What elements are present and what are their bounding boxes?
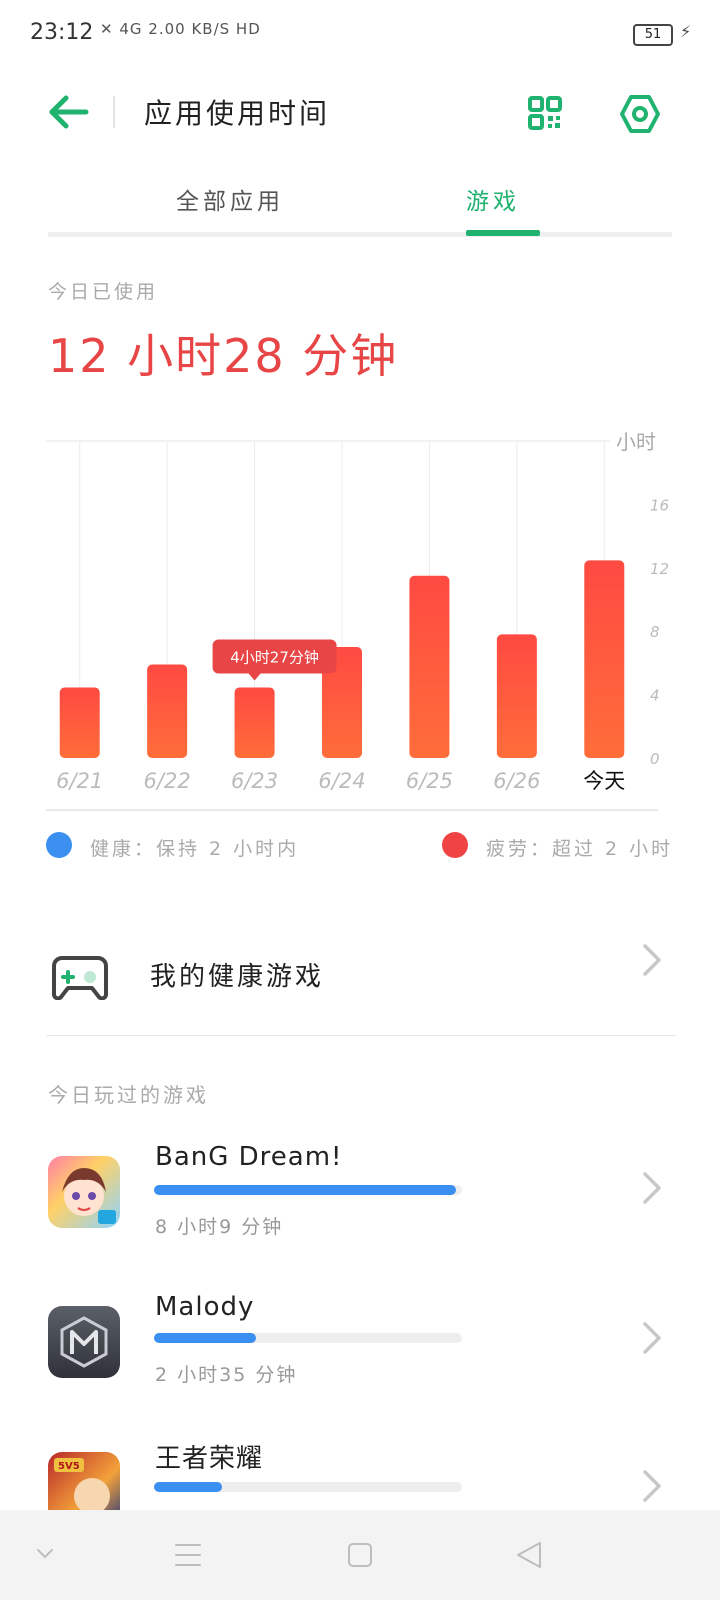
malody-app-icon <box>48 1306 120 1378</box>
chart-y-tick-label: 12 <box>650 560 669 578</box>
qr-code-button[interactable] <box>528 96 562 130</box>
game-item-bang-dream[interactable]: BanG Dream! 8 小时9 分钟 <box>0 1140 720 1280</box>
chart-svg: 小时 0 4 8 12 16 6/21 6/22 6/23 6/24 6/25 6/26 今天 4小时27… <box>46 430 669 811</box>
played-today-label: 今日玩过的游戏 <box>48 1083 209 1107</box>
qr-code-icon <box>528 96 562 130</box>
chart-tooltip-text: 4小时27分钟 <box>230 648 319 666</box>
game-usage-time: 2 小时35 分钟 <box>155 1364 298 1386</box>
chart-unit-label: 小时 <box>616 430 656 454</box>
settings-button[interactable] <box>620 94 660 134</box>
tab-track <box>48 232 672 237</box>
chart-y-tick-label: 0 <box>650 750 660 768</box>
game-usage-bar-fill <box>154 1333 256 1343</box>
usage-bar-chart: 小时 0 4 8 12 16 6/21 6/22 6/23 6/24 6/25 6/26 今天 4小时27… <box>0 428 720 828</box>
back-arrow-icon <box>49 95 89 129</box>
nav-collapse-button[interactable] <box>20 1510 70 1600</box>
nav-back-button[interactable] <box>502 1510 558 1600</box>
game-usage-bar-fill <box>154 1482 222 1492</box>
chart-x-tick-label: 6/21 <box>56 769 103 793</box>
menu-icon <box>175 1544 201 1566</box>
chart-bar <box>147 664 188 758</box>
chevron-right-icon <box>640 942 664 978</box>
my-healthy-games-row[interactable] <box>0 930 720 1030</box>
game-usage-bar-fill <box>154 1185 456 1195</box>
chart-x-tick-label: 6/23 <box>231 769 278 793</box>
chevron-down-icon <box>37 1549 53 1559</box>
nav-menu-button[interactable] <box>160 1510 216 1600</box>
gamepad-icon <box>52 954 108 1001</box>
back-button[interactable] <box>48 92 92 132</box>
legend-fatigue-label: 疲劳：超过 2 小时 <box>486 838 674 860</box>
network-indicators: ✕ 4G 2.00 KB/S HD <box>100 20 261 38</box>
charging-icon: ⚡ <box>680 22 692 41</box>
bang-dream-app-icon <box>48 1156 120 1228</box>
game-name: 王者荣耀 <box>155 1444 264 1474</box>
chevron-right-icon <box>640 1170 664 1206</box>
page-title: 应用使用时间 <box>144 97 331 130</box>
game-item-honor-of-kings[interactable]: 5V5 王者荣耀 <box>0 1436 720 1510</box>
tab-active-indicator <box>466 230 540 236</box>
chart-tooltip-pointer <box>248 673 261 681</box>
legend-healthy-label: 健康：保持 2 小时内 <box>90 838 300 860</box>
back-triangle-icon <box>517 1542 541 1568</box>
chevron-right-icon <box>640 1468 664 1504</box>
chevron-right-icon <box>640 1320 664 1356</box>
battery-icon: 51 <box>633 24 673 46</box>
chart-y-tick-label: 16 <box>650 496 669 514</box>
chart-bar <box>234 687 275 758</box>
section-divider <box>46 1035 676 1036</box>
settings-icon <box>620 95 660 133</box>
legend-fatigue-dot <box>442 832 468 858</box>
chart-bar <box>409 575 450 758</box>
game-name: BanG Dream! <box>155 1142 343 1172</box>
chart-x-tick-label: 6/22 <box>144 769 191 793</box>
svg-text:5V5: 5V5 <box>58 1461 80 1472</box>
chart-bar <box>59 687 100 758</box>
chart-x-tick-label: 6/24 <box>318 769 365 793</box>
game-usage-bar <box>154 1333 462 1343</box>
honor-of-kings-app-icon: 5V5 <box>48 1452 120 1510</box>
legend-healthy-dot <box>46 832 72 858</box>
chart-x-tick-label: 6/25 <box>406 769 453 793</box>
chart-y-tick-label: 4 <box>650 687 660 705</box>
today-usage-value: 12 小时28 分钟 <box>48 329 399 383</box>
status-bar: 23:12 ✕ 4G 2.00 KB/S HD 51 ⚡ <box>0 0 720 72</box>
app-bar-divider <box>113 96 115 128</box>
chart-bar <box>584 560 625 758</box>
status-time: 23:12 <box>30 20 94 45</box>
home-square-icon <box>348 1543 372 1567</box>
nav-home-button[interactable] <box>332 1510 388 1600</box>
game-usage-time: 8 小时9 分钟 <box>155 1216 284 1238</box>
chart-bar <box>496 634 537 758</box>
tab-games[interactable]: 游戏 <box>466 182 520 216</box>
tab-all-apps[interactable]: 全部应用 <box>176 182 284 216</box>
system-nav-bar <box>0 1510 720 1600</box>
today-usage-label: 今日已使用 <box>48 281 159 303</box>
chart-x-tick-label: 6/26 <box>493 769 540 793</box>
game-name: Malody <box>155 1292 255 1322</box>
game-usage-bar <box>154 1482 462 1492</box>
chart-y-tick-label: 8 <box>650 623 660 641</box>
chart-x-tick-label: 今天 <box>583 769 625 793</box>
game-usage-bar <box>154 1185 462 1195</box>
my-healthy-games-label: 我的健康游戏 <box>150 962 325 992</box>
game-item-malody[interactable]: Malody 2 小时35 分钟 <box>0 1290 720 1430</box>
